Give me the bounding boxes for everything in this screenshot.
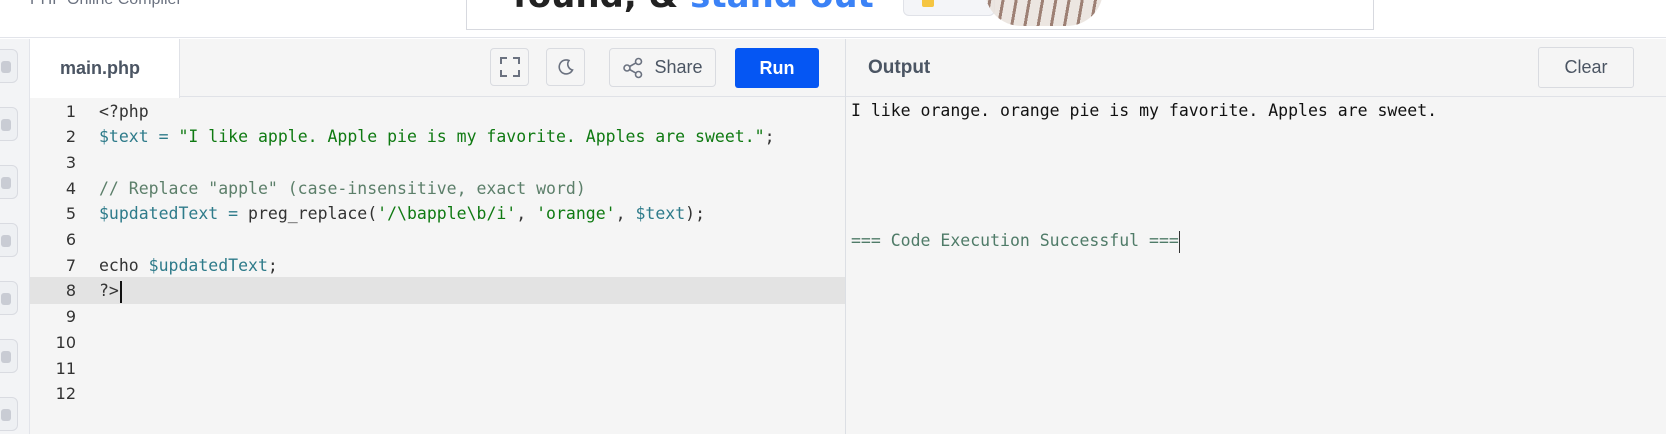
language-icon xyxy=(1,293,11,305)
code-token: ; xyxy=(267,255,278,275)
code-token: $text xyxy=(99,127,149,147)
language-icon xyxy=(1,409,11,421)
ad-card-graphic xyxy=(903,0,995,16)
code-token: "I like apple. Apple pie is my favorite.… xyxy=(178,127,765,147)
code-token: '/\bapple\b/i' xyxy=(377,204,517,224)
ad-headline: found, & stand out xyxy=(513,0,874,16)
code-area[interactable]: 1 <?php 2 $text = "I like apple. Apple pie … xyxy=(30,97,845,434)
code-line[interactable]: 8 ?> xyxy=(30,277,845,305)
code-token: = xyxy=(228,204,239,224)
code-line[interactable]: 6 xyxy=(30,226,845,253)
code-token: $updatedText xyxy=(148,255,268,275)
line-number: 9 xyxy=(65,307,76,327)
line-number: 12 xyxy=(55,384,76,404)
language-icon xyxy=(1,61,11,73)
code-text: echo $updatedText; xyxy=(99,252,278,279)
code-text: $text = "I like apple. Apple pie is my f… xyxy=(99,123,775,150)
line-number: 6 xyxy=(65,230,76,249)
code-text: ?> xyxy=(99,277,122,304)
line-number: 4 xyxy=(65,178,76,198)
line-number: 8 xyxy=(65,281,76,301)
code-line[interactable]: 4 // Replace "apple" (case-insensitive, e… xyxy=(30,175,845,202)
code-token: <?php xyxy=(99,101,149,121)
code-text: <?php xyxy=(99,98,149,125)
code-line[interactable]: 2 $text = "I like apple. Apple pie is my … xyxy=(30,123,845,150)
code-token: = xyxy=(158,127,169,147)
share-icon xyxy=(623,57,643,78)
code-token: // Replace "apple" (case-insensitive, ex… xyxy=(99,178,586,198)
code-token: echo xyxy=(99,255,149,275)
language-icon xyxy=(1,351,11,363)
sidebar-language-item[interactable] xyxy=(0,397,18,431)
run-button[interactable]: Run xyxy=(735,48,819,88)
ad-headline-highlight: stand out xyxy=(690,0,874,16)
language-icon xyxy=(1,235,11,247)
line-number: 5 xyxy=(65,204,76,224)
language-icon xyxy=(1,119,11,131)
code-token: ?> xyxy=(99,281,119,301)
clear-button[interactable]: Clear xyxy=(1538,47,1634,88)
code-token: $text xyxy=(635,204,686,224)
code-token: , xyxy=(516,204,537,224)
line-number: 7 xyxy=(65,255,76,275)
code-text: $updatedText = preg_replace('/\bapple\b/… xyxy=(99,200,705,227)
text-cursor xyxy=(119,280,122,303)
share-button[interactable]: Share xyxy=(609,48,716,87)
fullscreen-icon xyxy=(499,57,520,77)
code-line[interactable]: 11 xyxy=(30,355,845,382)
moon-icon xyxy=(557,59,574,75)
output-result-line: I like orange. orange pie is my favorite… xyxy=(851,101,1438,120)
code-line[interactable]: 10 xyxy=(30,329,845,356)
sidebar-language-item[interactable] xyxy=(0,165,18,199)
ad-banner[interactable]: found, & stand out xyxy=(466,0,1374,30)
fullscreen-button[interactable] xyxy=(490,48,529,86)
app-title: PHP Online Compiler xyxy=(30,0,182,9)
theme-toggle-button[interactable] xyxy=(546,48,585,86)
language-sidebar xyxy=(0,39,30,434)
line-number: 1 xyxy=(65,101,76,121)
ad-photo xyxy=(985,0,1103,26)
output-panel: Output Clear I like orange. orange pie i… xyxy=(845,39,1666,434)
code-line[interactable]: 7 echo $updatedText; xyxy=(30,252,845,279)
output-title: Output xyxy=(868,57,931,78)
sidebar-language-item[interactable] xyxy=(0,281,18,315)
line-number: 11 xyxy=(55,358,76,378)
code-token: , xyxy=(615,204,636,224)
output-status-line: === Code Execution Successful === xyxy=(851,227,1180,254)
sidebar-language-item[interactable] xyxy=(0,107,18,141)
code-editor-panel: main.php Share Run 1 <?php 2 $text = "I lik… xyxy=(30,39,845,434)
sidebar-language-item[interactable] xyxy=(0,223,18,257)
sidebar-language-item[interactable] xyxy=(0,339,18,373)
language-icon xyxy=(1,177,11,189)
code-token: 'orange' xyxy=(536,204,616,224)
top-banner: PHP Online Compiler found, & stand out xyxy=(0,0,1666,38)
code-token: preg_replace( xyxy=(238,204,378,224)
line-number: 2 xyxy=(65,127,76,147)
code-line[interactable]: 9 xyxy=(30,303,845,330)
output-caret xyxy=(1178,230,1180,253)
code-token: ); xyxy=(685,204,706,224)
code-token: $updatedText xyxy=(99,204,219,224)
file-tab-main-php[interactable]: main.php xyxy=(30,39,180,98)
sidebar-language-item[interactable] xyxy=(0,49,18,83)
code-line[interactable]: 5 $updatedText = preg_replace('/\bapple\b… xyxy=(30,200,845,227)
code-token: ; xyxy=(764,127,775,147)
ad-card-dot xyxy=(922,0,934,7)
code-line[interactable]: 3 xyxy=(30,149,845,176)
share-button-label: Share xyxy=(654,57,703,77)
ad-headline-text: found, & xyxy=(513,0,690,16)
execution-status-text: === Code Execution Successful === xyxy=(851,231,1179,250)
code-line[interactable]: 1 <?php xyxy=(30,98,845,125)
code-text: // Replace "apple" (case-insensitive, ex… xyxy=(99,175,586,202)
line-number: 10 xyxy=(55,332,76,352)
line-number: 3 xyxy=(65,152,76,172)
code-line[interactable]: 12 xyxy=(30,380,845,407)
output-header: Output Clear xyxy=(846,39,1666,97)
editor-toolbar: main.php Share Run xyxy=(30,39,845,98)
